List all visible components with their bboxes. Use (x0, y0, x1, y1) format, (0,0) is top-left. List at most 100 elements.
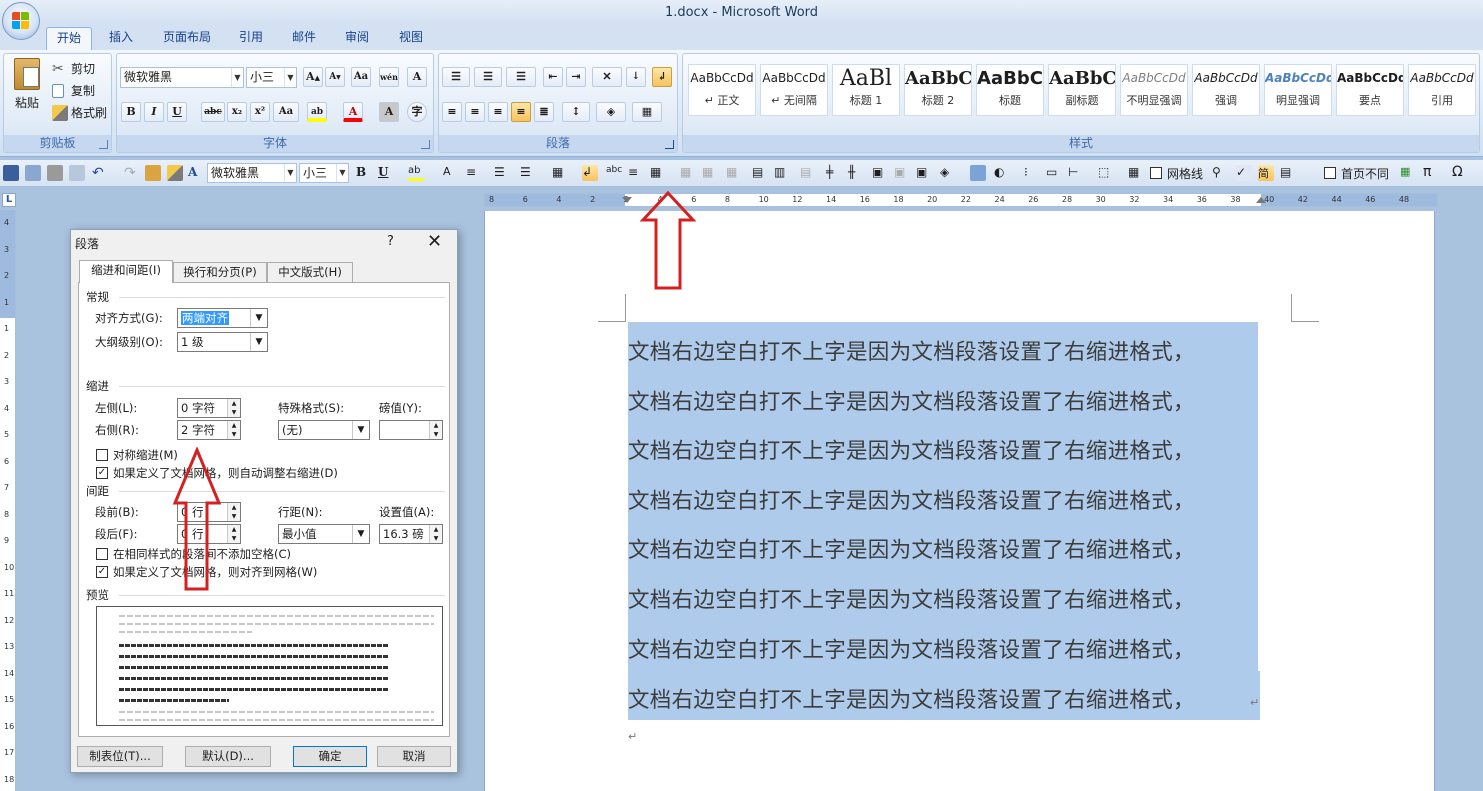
find-icon[interactable]: ⚲ (1212, 165, 1228, 181)
shapes-icon[interactable]: ◐ (994, 165, 1010, 181)
font-size-combo[interactable]: 小三 ▼ (246, 67, 297, 88)
sort-button[interactable]: ↓ (626, 67, 646, 87)
outline-level-select[interactable]: 1 级 ▼ (177, 332, 268, 352)
numbering-button[interactable]: ☰ (474, 67, 502, 87)
table-tools-icon[interactable]: ▦ (680, 165, 696, 181)
char-border-button[interactable]: A (407, 67, 427, 87)
tab-view[interactable]: 视图 (390, 27, 432, 50)
page-break-icon[interactable]: ⁝ (1024, 165, 1040, 181)
print-preview-icon[interactable] (69, 165, 85, 181)
delete-row-icon[interactable]: ▤ (800, 165, 816, 181)
grid-icon[interactable]: ▦ (1128, 165, 1144, 181)
save-icon[interactable] (3, 165, 19, 181)
document-line[interactable]: 文档右边空白打不上字是因为文档段落设置了右缩进格式， (628, 385, 1195, 416)
distribute-rows-icon[interactable]: ╪ (826, 165, 842, 181)
right-indent-marker[interactable] (1256, 197, 1266, 203)
tab-mailings[interactable]: 邮件 (283, 27, 325, 50)
position-icon[interactable]: ⊢ (1068, 165, 1084, 181)
paragraph-launcher-icon[interactable] (665, 140, 674, 149)
right-indent-input[interactable]: 2 字符 ▲ ▼ (177, 420, 241, 440)
symbol-button[interactable]: Ω (1452, 164, 1463, 180)
left-indent-input[interactable]: 0 字符 ▲ ▼ (177, 398, 241, 418)
default-button[interactable]: 默认(D)... (185, 746, 271, 767)
no-space-checkbox[interactable] (96, 548, 108, 560)
justify-button[interactable]: ≡ (511, 102, 531, 122)
highlight-button[interactable]: ab (307, 102, 327, 122)
spinner-icon[interactable]: ▲ ▼ (227, 421, 240, 439)
tab-asian-typography[interactable]: 中文版式(H) (267, 262, 353, 282)
styles-pane-icon[interactable]: A (443, 165, 459, 181)
format-painter-small-icon[interactable] (167, 165, 183, 181)
document-line[interactable]: 文档右边空白打不上字是因为文档段落设置了右缩进格式， (628, 533, 1195, 564)
horizontal-ruler[interactable]: 8 6 4 2 2 4 6 8 10 12 14 16 18 20 22 24 26 28 30 32 34 36 38 40… (484, 193, 1438, 207)
underline-button[interactable]: U (167, 102, 187, 122)
insert-cols-icon[interactable]: ▥ (774, 165, 790, 181)
style-subtle-emphasis[interactable]: AaBbCcDd 不明显强调 (1120, 64, 1188, 116)
split-cells-icon[interactable]: ▦ (726, 165, 742, 181)
at-input[interactable]: 16.3 磅 ▲ ▼ (379, 524, 443, 544)
simplified-icon[interactable]: 简 (1258, 165, 1274, 181)
by-input[interactable]: ▲ ▼ (379, 420, 443, 440)
ok-button[interactable]: 确定 (293, 746, 367, 767)
style-no-spacing[interactable]: AaBbCcDd ↵ 无间隔 (760, 64, 828, 116)
bullets-small-icon[interactable]: ☰ (494, 165, 510, 181)
align-left-button[interactable]: ≡ (442, 102, 462, 122)
show-marks-button[interactable]: ↲ (652, 67, 672, 87)
tab-home[interactable]: 开始 (46, 27, 92, 50)
snap-to-grid-checkbox[interactable]: ✓ (96, 566, 108, 578)
borders-button[interactable]: ▦ (632, 102, 662, 122)
undo-icon[interactable]: ↶ (92, 165, 108, 181)
underline-small-icon[interactable]: U (378, 165, 394, 181)
chinese-layout-button[interactable]: ✕ (592, 67, 622, 87)
tab-insert[interactable]: 插入 (100, 27, 142, 50)
abc-icon[interactable]: abc (606, 165, 622, 181)
style-title[interactable]: AaBbC 标题 (976, 64, 1044, 116)
multilevel-list-button[interactable]: ☰ (506, 67, 536, 87)
close-icon[interactable]: ✕ (427, 231, 442, 252)
tab-page-layout[interactable]: 页面布局 (154, 27, 220, 50)
bold-button[interactable]: B (121, 102, 141, 122)
tab-indents-spacing[interactable]: 缩进和间距(I) (79, 260, 173, 283)
spinner-icon[interactable]: ▲ ▼ (227, 503, 240, 521)
spinner-icon[interactable]: ▲ ▼ (429, 421, 442, 439)
font-launcher-icon[interactable] (421, 140, 430, 149)
auto-adjust-checkbox[interactable]: ✓ (96, 467, 108, 479)
help-icon[interactable]: ? (387, 234, 394, 249)
merge-cells-icon[interactable]: ▦ (702, 165, 718, 181)
cancel-button[interactable]: 取消 (377, 746, 451, 767)
spreadsheet-icon[interactable]: ▦ (1400, 165, 1416, 181)
gridlines-checkbox[interactable] (1150, 167, 1162, 179)
spell-check-icon[interactable]: ✓ (1236, 165, 1252, 181)
grow-font-button[interactable]: A▲ (303, 67, 323, 87)
alignment-select[interactable]: 两端对齐 ▼ (177, 308, 268, 328)
first-line-indent-marker[interactable] (622, 197, 632, 203)
align-center-button[interactable]: ≡ (465, 102, 485, 122)
show-marks-small-icon[interactable]: ↲ (582, 165, 598, 181)
style-subtitle[interactable]: AaBbC 副标题 (1048, 64, 1116, 116)
qat-size-combo[interactable]: 小三 ▼ (299, 163, 349, 183)
picture-icon[interactable] (970, 165, 986, 181)
superscript-button[interactable]: x² (250, 102, 270, 122)
cut-button[interactable]: ✂ 剪切 (52, 60, 95, 77)
phonetic-guide-button[interactable]: wén (379, 67, 399, 87)
align-right-button[interactable]: ≡ (488, 102, 508, 122)
tabs-button[interactable]: 制表位(T)... (77, 746, 163, 767)
align-small-icon[interactable]: ≡ (466, 165, 482, 181)
fill-color-icon[interactable]: ◈ (940, 165, 956, 181)
document-line[interactable]: 文档右边空白打不上字是因为文档段落设置了右缩进格式， (628, 484, 1195, 515)
print-icon[interactable] (47, 165, 63, 181)
tab-selector[interactable]: L (2, 193, 16, 207)
increase-indent-button[interactable]: ⇥ (566, 67, 586, 87)
tab-review[interactable]: 审阅 (336, 27, 378, 50)
spinner-icon[interactable]: ▲ ▼ (429, 525, 442, 543)
shading-button[interactable]: ◈ (596, 102, 626, 122)
save-as-icon[interactable] (25, 165, 41, 181)
font-color-button[interactable]: A (343, 102, 363, 122)
tab-line-page-breaks[interactable]: 换行和分页(P) (173, 262, 267, 282)
document-line[interactable]: 文档右边空白打不上字是因为文档段落设置了右缩进格式， (628, 633, 1195, 664)
highlight-small-icon[interactable]: ab (408, 165, 424, 181)
header-icon[interactable]: ▣ (894, 165, 910, 181)
italic-button[interactable]: I (144, 102, 164, 122)
strikethrough-button[interactable]: abc (201, 102, 225, 122)
bullets-button[interactable]: ☰ (442, 67, 470, 87)
